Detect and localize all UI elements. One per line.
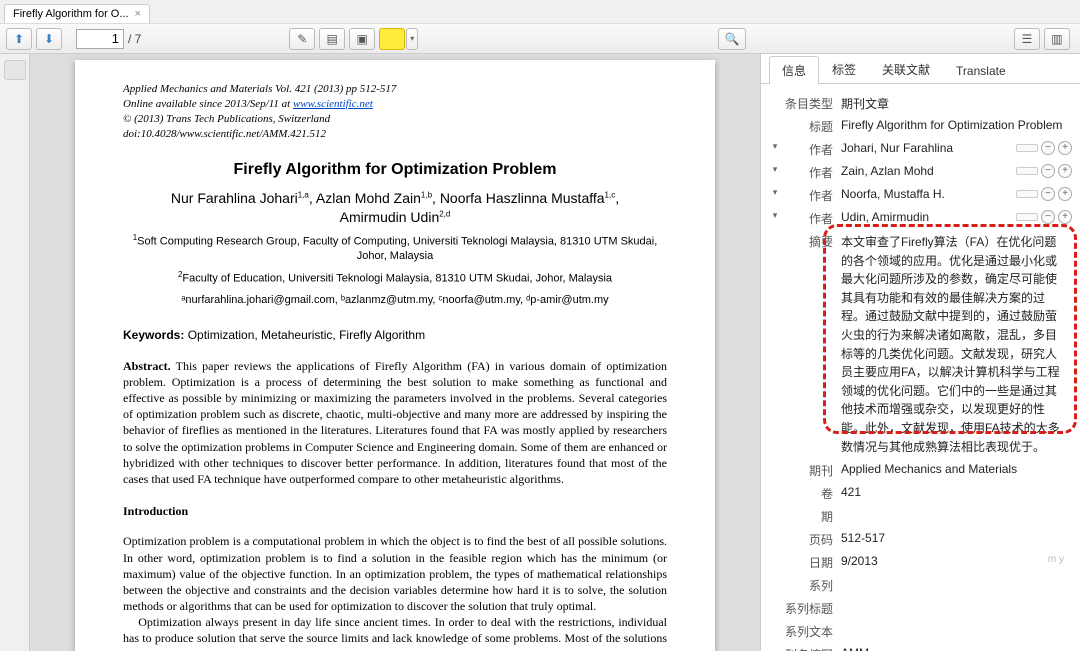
arrow-down-icon: ⬇ bbox=[44, 32, 54, 46]
view-sidebar-right-button[interactable]: ▥ bbox=[1044, 28, 1070, 50]
add-author-button[interactable]: + bbox=[1058, 187, 1072, 201]
keywords: Keywords: Optimization, Metaheuristic, F… bbox=[123, 327, 667, 343]
paper-title: Firefly Algorithm for Optimization Probl… bbox=[123, 159, 667, 181]
remove-author-button[interactable]: − bbox=[1041, 210, 1055, 224]
meta-author-4: ▾作者 Udin, Amirmudin −+ bbox=[769, 207, 1080, 230]
meta-journal: 期刊 Applied Mechanics and Materials bbox=[769, 459, 1080, 482]
toolbar: ⬆ ⬇ / 7 ✎ ▤ ▣ ▾ 🔍 ☰ ▥ bbox=[0, 24, 1080, 54]
page-number-input[interactable] bbox=[76, 29, 124, 49]
chevron-down-icon[interactable]: ▾ bbox=[769, 164, 781, 175]
reorder-handle[interactable] bbox=[1016, 144, 1038, 152]
annotate-pen-button[interactable]: ✎ bbox=[289, 28, 315, 50]
remove-author-button[interactable]: − bbox=[1041, 164, 1055, 178]
meta-journal-abbr: 刊名缩写 AMM bbox=[769, 643, 1080, 651]
chevron-down-icon[interactable]: ▾ bbox=[769, 141, 781, 152]
view-sidebar-left-button[interactable]: ☰ bbox=[1014, 28, 1040, 50]
arrow-up-icon: ⬆ bbox=[14, 32, 24, 46]
affiliation-1: 1Soft Computing Research Group, Faculty … bbox=[123, 233, 667, 264]
app-tab-bar: Firefly Algorithm for O... × bbox=[0, 0, 1080, 24]
meta-series-title: 系列标题 bbox=[769, 597, 1080, 620]
affiliation-2: 2Faculty of Education, Universiti Teknol… bbox=[123, 270, 667, 287]
highlight-color-button[interactable] bbox=[379, 28, 405, 50]
page-total-label: / 7 bbox=[128, 32, 141, 46]
annotate-note-button[interactable]: ▤ bbox=[319, 28, 345, 50]
sidebar-right-icon: ▥ bbox=[1051, 32, 1062, 46]
tab-related[interactable]: 关联文献 bbox=[869, 55, 943, 83]
reorder-handle[interactable] bbox=[1016, 167, 1038, 175]
reorder-handle[interactable] bbox=[1016, 190, 1038, 198]
chevron-down-icon[interactable]: ▾ bbox=[769, 187, 781, 198]
meta-series-text: 系列文本 bbox=[769, 620, 1080, 643]
header-line-2: Online available since 2013/Sep/11 at ww… bbox=[123, 97, 667, 112]
sidebar-tabs: 信息 标签 关联文献 Translate bbox=[761, 54, 1080, 84]
add-author-button[interactable]: + bbox=[1058, 210, 1072, 224]
header-line-3: © (2013) Trans Tech Publications, Switze… bbox=[123, 112, 667, 127]
authors-line: Nur Farahlina Johari1,a, Azlan Mohd Zain… bbox=[123, 189, 667, 227]
meta-abstract: 摘要 本文审查了Firefly算法（FA）在优化问题的各个领域的应用。优化是通过… bbox=[769, 230, 1080, 459]
annotate-area-button[interactable]: ▣ bbox=[349, 28, 375, 50]
thumbnails-button[interactable] bbox=[4, 60, 26, 80]
meta-issue: 期 bbox=[769, 505, 1080, 528]
tab-info[interactable]: 信息 bbox=[769, 56, 819, 84]
date-format-hint: m y bbox=[1048, 554, 1072, 565]
color-dropdown-button[interactable]: ▾ bbox=[406, 28, 418, 50]
meta-author-1: ▾作者 Johari, Nur Farahlina −+ bbox=[769, 138, 1080, 161]
meta-itemtype: 条目类型 期刊文章 bbox=[769, 92, 1080, 115]
close-icon[interactable]: × bbox=[135, 8, 141, 20]
chevron-down-icon[interactable]: ▾ bbox=[769, 210, 781, 221]
page-down-button[interactable]: ⬇ bbox=[36, 28, 62, 50]
document-tab-title: Firefly Algorithm for O... bbox=[13, 8, 129, 20]
page-up-button[interactable]: ⬆ bbox=[6, 28, 32, 50]
meta-volume: 卷 421 bbox=[769, 482, 1080, 505]
main-area: Applied Mechanics and Materials Vol. 421… bbox=[0, 54, 1080, 651]
section-heading-introduction: Introduction bbox=[123, 503, 667, 519]
sidebar-body: 条目类型 期刊文章 标题 Firefly Algorithm for Optim… bbox=[761, 84, 1080, 651]
intro-paragraph-1: Optimization problem is a computational … bbox=[123, 533, 667, 614]
document-viewport[interactable]: Applied Mechanics and Materials Vol. 421… bbox=[30, 54, 760, 651]
reorder-handle[interactable] bbox=[1016, 213, 1038, 221]
meta-author-2: ▾作者 Zain, Azlan Mohd −+ bbox=[769, 161, 1080, 184]
meta-series: 系列 bbox=[769, 574, 1080, 597]
document-tab[interactable]: Firefly Algorithm for O... × bbox=[4, 4, 150, 23]
note-icon: ▤ bbox=[327, 32, 338, 46]
tab-tags[interactable]: 标签 bbox=[819, 55, 869, 83]
meta-title: 标题 Firefly Algorithm for Optimization Pr… bbox=[769, 115, 1080, 138]
metadata-sidebar: 信息 标签 关联文献 Translate 条目类型 期刊文章 标题 Firefl… bbox=[760, 54, 1080, 651]
find-button[interactable]: 🔍 bbox=[718, 28, 746, 50]
meta-author-3: ▾作者 Noorfa, Mustaffa H. −+ bbox=[769, 184, 1080, 207]
author-emails: ᵃnurfarahlina.johari@gmail.com, ᵇazlanmz… bbox=[123, 293, 667, 308]
pdf-page: Applied Mechanics and Materials Vol. 421… bbox=[75, 60, 715, 651]
intro-paragraph-2: Optimization always present in day life … bbox=[123, 614, 667, 651]
area-icon: ▣ bbox=[357, 32, 368, 46]
meta-pages: 页码 512-517 bbox=[769, 528, 1080, 551]
tab-translate[interactable]: Translate bbox=[943, 58, 1019, 83]
abstract-paragraph: Abstract. This paper reviews the applica… bbox=[123, 358, 667, 488]
add-author-button[interactable]: + bbox=[1058, 164, 1072, 178]
meta-date: 日期 9/2013 m y bbox=[769, 551, 1080, 574]
search-icon: 🔍 bbox=[724, 32, 739, 46]
add-author-button[interactable]: + bbox=[1058, 141, 1072, 155]
header-line-1: Applied Mechanics and Materials Vol. 421… bbox=[123, 82, 667, 97]
remove-author-button[interactable]: − bbox=[1041, 141, 1055, 155]
header-line-4: doi:10.4028/www.scientific.net/AMM.421.5… bbox=[123, 127, 667, 142]
remove-author-button[interactable]: − bbox=[1041, 187, 1055, 201]
sidebar-left-icon: ☰ bbox=[1022, 32, 1033, 46]
left-rail bbox=[0, 54, 30, 651]
scientific-net-link[interactable]: www.scientific.net bbox=[293, 98, 373, 110]
pen-icon: ✎ bbox=[297, 32, 307, 46]
chevron-down-icon: ▾ bbox=[410, 34, 414, 43]
